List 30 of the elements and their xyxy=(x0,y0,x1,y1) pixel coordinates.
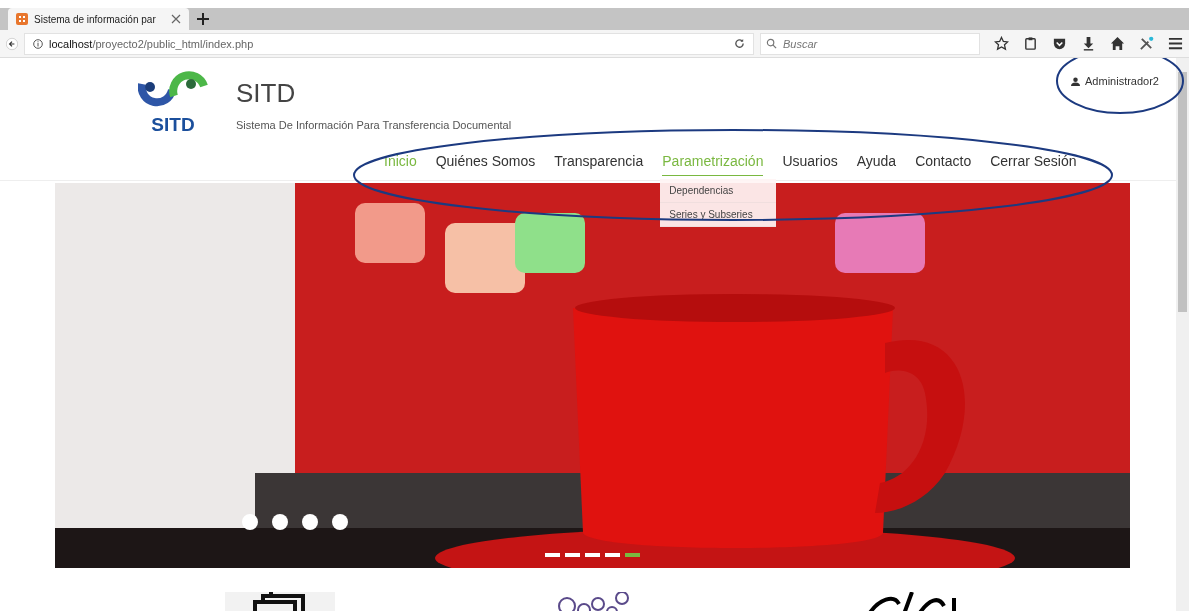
site-subtitle: Sistema De Información Para Transferencia Documental xyxy=(236,119,512,131)
tab-title: Sistema de información par xyxy=(34,13,157,25)
clipboard-icon[interactable] xyxy=(1023,36,1038,51)
search-icon xyxy=(766,37,777,49)
new-tab-icon[interactable] xyxy=(197,13,209,25)
nav-link[interactable]: Usuarios xyxy=(782,153,838,175)
browser-tab[interactable]: Sistema de información par xyxy=(8,8,189,30)
search-field[interactable]: Buscar xyxy=(760,32,980,55)
address-field[interactable]: localhost/proyecto2/public_html/index.php xyxy=(24,32,754,55)
bookmark-star-icon[interactable] xyxy=(994,36,1009,51)
nav-link[interactable]: Quiénes Somos xyxy=(435,153,536,175)
app-icon xyxy=(16,13,28,25)
pocket-icon[interactable] xyxy=(1052,36,1067,51)
nav-link[interactable]: Cerrar Sesión xyxy=(990,153,1077,175)
nav-link[interactable]: Ayuda xyxy=(856,153,897,175)
close-icon[interactable] xyxy=(171,14,181,24)
site-title: SITD xyxy=(236,78,297,109)
nav-link[interactable]: Contacto xyxy=(915,153,972,175)
scrollbar-thumb[interactable] xyxy=(1178,72,1187,312)
menu-icon[interactable] xyxy=(1168,36,1183,51)
reload-icon[interactable] xyxy=(734,38,745,49)
user-icon xyxy=(1071,76,1080,86)
home-icon[interactable] xyxy=(1110,36,1125,51)
documents-icon xyxy=(225,592,335,611)
tools-icon[interactable] xyxy=(1139,36,1154,51)
download-icon[interactable] xyxy=(1081,36,1096,51)
nav-link[interactable]: Transparencia xyxy=(554,153,644,175)
logo-text: SITD xyxy=(151,114,195,136)
user-link[interactable]: Administrador2 xyxy=(1071,75,1159,87)
info-icon xyxy=(33,38,43,49)
